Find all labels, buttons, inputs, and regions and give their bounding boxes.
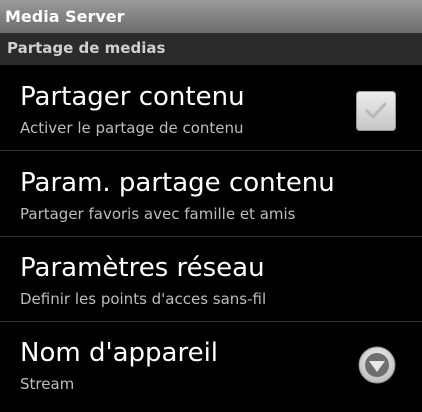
pref-share-content[interactable]: Partager contenu Activer le partage de c… [0,66,422,151]
pref-summary: Partager favoris avec famille et amis [20,205,296,223]
pref-summary: Activer le partage de contenu [20,119,244,137]
category-label: Partage de medias [7,39,166,57]
pref-title: Param. partage contenu [20,168,335,198]
share-content-checkbox[interactable] [356,91,396,131]
title-bar: Media Server [0,0,422,33]
pref-summary: Definir les points d'acces sans-fil [20,290,267,308]
pref-network-settings[interactable]: Paramètres réseau Definir les points d'a… [0,237,422,322]
pref-title: Partager contenu [20,82,245,112]
chevron-down-icon[interactable] [358,346,396,384]
pref-share-settings[interactable]: Param. partage contenu Partager favoris … [0,152,422,237]
pref-title: Nom d'appareil [20,338,219,368]
category-header: Partage de medias [0,33,422,65]
app-title: Media Server [5,7,125,26]
pref-summary: Stream [20,375,75,393]
checkmark-icon [365,102,387,119]
pref-title: Paramètres réseau [20,253,265,283]
pref-device-name[interactable]: Nom d'appareil Stream [0,322,422,412]
